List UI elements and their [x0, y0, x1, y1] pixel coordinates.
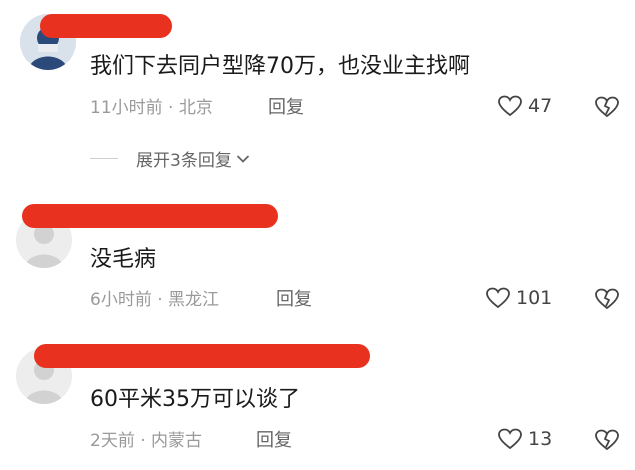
comment-time: 6小时前	[90, 290, 152, 310]
redacted-username	[40, 14, 172, 38]
comment-location: 内蒙古	[151, 431, 203, 451]
like-count: 13	[528, 428, 553, 450]
dislike-button[interactable]	[595, 96, 619, 122]
comment-meta: 2天前 · 内蒙古	[90, 429, 202, 453]
heart-outline-icon	[498, 428, 522, 450]
chevron-down-icon	[236, 154, 249, 163]
broken-heart-icon	[595, 96, 619, 118]
comment-location: 黑龙江	[168, 290, 220, 310]
like-count: 47	[528, 95, 553, 117]
comment-text: 60平米35万可以谈了	[90, 387, 300, 412]
like-button[interactable]: 101	[486, 287, 552, 309]
heart-outline-icon	[498, 95, 522, 117]
like-count: 101	[516, 287, 553, 309]
comment-time: 11小时前	[90, 98, 163, 118]
broken-heart-icon	[595, 288, 619, 310]
redacted-username	[22, 204, 278, 228]
meta-separator: ·	[134, 431, 152, 451]
comment-item-1: 我们下去同户型降70万，也没业主找啊 11小时前 · 北京 回复 47 展开3条…	[0, 0, 635, 190]
dislike-button[interactable]	[595, 288, 619, 314]
dislike-button[interactable]	[595, 429, 619, 455]
comment-text: 没毛病	[90, 247, 157, 272]
meta-separator: ·	[151, 290, 169, 310]
comment-item-2: 没毛病 6小时前 · 黑龙江 回复 101	[0, 190, 635, 330]
heart-outline-icon	[486, 287, 510, 309]
comment-text: 我们下去同户型降70万，也没业主找啊	[90, 54, 470, 79]
comment-item-3: 60平米35万可以谈了 2天前 · 内蒙古 回复 13	[0, 330, 635, 470]
expand-replies-button[interactable]: 展开3条回复	[90, 146, 250, 171]
reply-button[interactable]: 回复	[268, 96, 304, 120]
comment-time: 2天前	[90, 431, 135, 451]
like-button[interactable]: 13	[498, 428, 552, 450]
redacted-username	[34, 344, 370, 368]
reply-button[interactable]: 回复	[256, 429, 292, 453]
expand-replies-label: 展开3条回复	[136, 151, 232, 171]
expand-divider-line	[90, 158, 118, 159]
meta-separator: ·	[162, 98, 179, 118]
broken-heart-icon	[595, 429, 619, 451]
reply-button[interactable]: 回复	[276, 288, 312, 312]
comment-location: 北京	[178, 98, 213, 118]
comment-meta: 6小时前 · 黑龙江	[90, 288, 219, 312]
like-button[interactable]: 47	[498, 95, 552, 117]
comment-meta: 11小时前 · 北京	[90, 96, 213, 120]
